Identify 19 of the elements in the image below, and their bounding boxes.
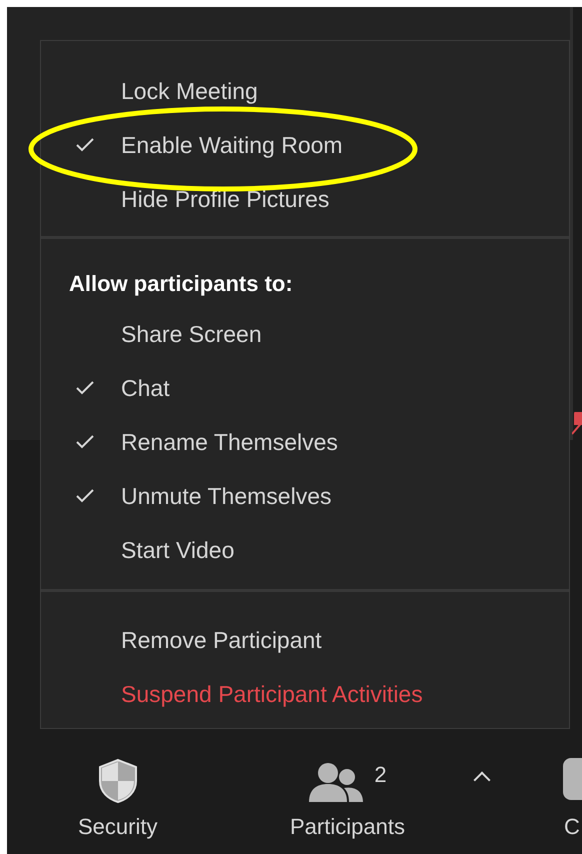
toolbar-button[interactable]: Participants	[290, 810, 405, 843]
menu-item[interactable]: Remove Participant	[41, 613, 569, 667]
menu-item[interactable]: Start Video	[41, 523, 569, 577]
toolbar-button[interactable]: Security	[78, 810, 158, 843]
menu-item[interactable]: Lock Meeting	[41, 64, 569, 118]
menu-item[interactable]: Hide Profile Pictures	[41, 172, 569, 226]
people-icon	[308, 762, 364, 804]
menu-item[interactable]: Unmute Themselves	[41, 469, 569, 523]
section-heading: Allow participants to:	[68, 270, 294, 298]
participant-count: 2	[374, 761, 387, 789]
shield-icon	[96, 758, 139, 804]
menu-item[interactable]: Share Screen	[41, 307, 569, 361]
menu-item[interactable]: Chat	[41, 361, 569, 415]
toolbar-button[interactable]: C	[564, 810, 580, 843]
toolbar-icon	[563, 758, 582, 800]
menu-item[interactable]: Rename Themselves	[41, 415, 569, 469]
menu-item[interactable]: Enable Waiting Room	[41, 118, 569, 172]
menu-item[interactable]: Suspend Participant Activities	[41, 667, 569, 721]
muted-mic-icon	[572, 412, 582, 436]
